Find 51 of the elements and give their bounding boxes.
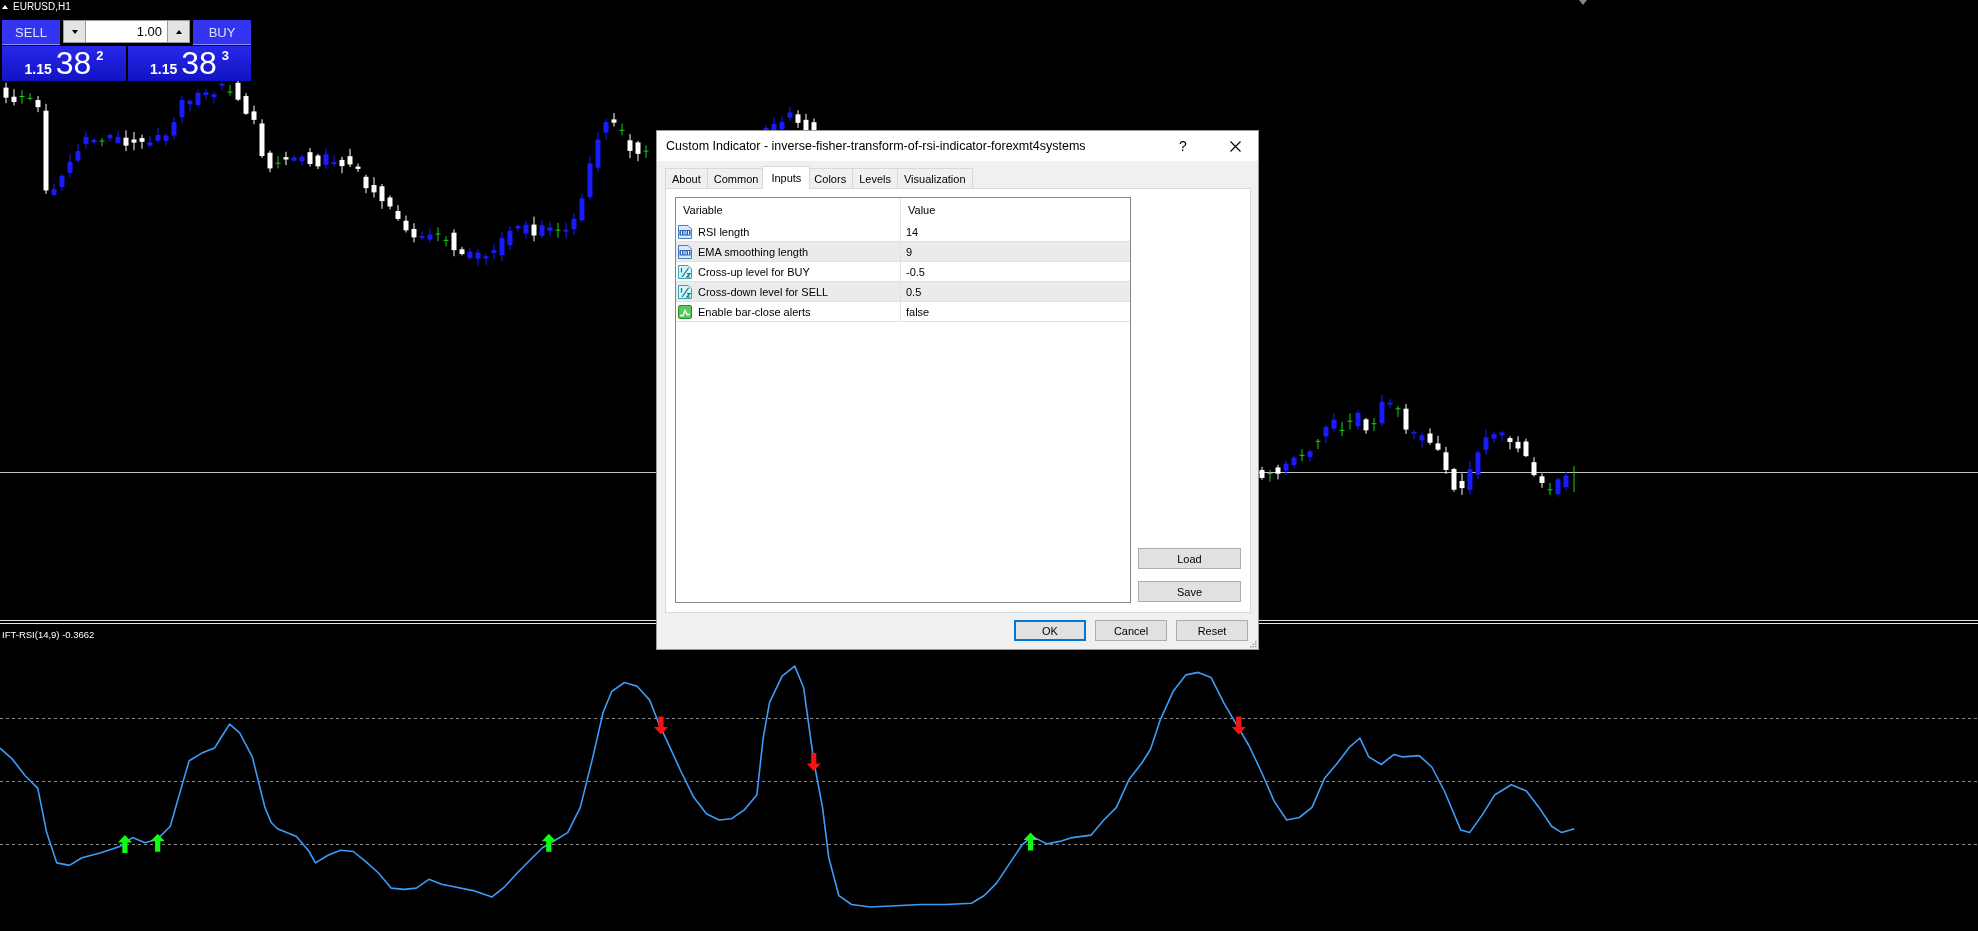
up-arrow-icon [541, 833, 556, 852]
help-button[interactable]: ? [1168, 131, 1198, 161]
tab[interactable]: About [665, 168, 708, 188]
tab[interactable]: Visualization [896, 168, 973, 188]
buy-button[interactable]: BUY [193, 20, 251, 45]
value-cell[interactable]: 14 [901, 222, 1130, 241]
column-header[interactable]: Variable [676, 198, 901, 222]
price-pips: 38 [181, 48, 217, 78]
down-arrow-icon [806, 752, 821, 771]
value-cell[interactable]: 9 [901, 242, 1130, 261]
ok-button[interactable]: OK [1014, 620, 1086, 641]
symbol-label: EURUSD,H1 [13, 1, 71, 13]
indicator-label: IFT-RSI(14,9) -0.3662 [2, 629, 95, 641]
cancel-button[interactable]: Cancel [1095, 620, 1167, 641]
value-cell[interactable]: -0.5 [901, 262, 1130, 281]
reset-button[interactable]: Reset [1176, 620, 1248, 641]
save-button[interactable]: Save [1138, 581, 1241, 602]
fraction-tile-icon [677, 263, 693, 280]
value-cell[interactable]: false [901, 302, 1130, 321]
price-fraction: 3 [221, 49, 230, 63]
variable-name[interactable]: RSI length [698, 225, 750, 238]
close-icon [1229, 140, 1241, 152]
caret-up-icon[interactable] [2, 5, 8, 9]
decrease-button[interactable] [63, 20, 86, 43]
variable-name[interactable]: Cross-up level for BUY [698, 265, 810, 278]
price-prefix: 1.15 [149, 62, 178, 77]
column-header[interactable]: Value [901, 198, 1130, 222]
load-button[interactable]: Load [1138, 548, 1241, 569]
dialog-title: Custom Indicator - inverse-fisher-transform-of-rsi-indicator-forexmt4systems [666, 139, 1087, 153]
fraction-tile-icon [677, 283, 693, 300]
variable-name[interactable]: EMA smoothing length [698, 245, 809, 258]
caret-down-icon [71, 29, 78, 34]
down-arrow-icon [1231, 716, 1246, 735]
resize-grip-icon[interactable] [1250, 641, 1257, 648]
volume-field[interactable]: 1.00 [86, 20, 167, 43]
up-arrow-icon [150, 833, 165, 852]
price-prefix: 1.15 [24, 62, 52, 77]
triangle-marker-icon[interactable] [1579, 0, 1587, 5]
caret-up-icon [175, 29, 182, 34]
price-pips: 38 [55, 48, 92, 78]
up-arrow-icon [117, 834, 132, 853]
sell-button[interactable]: SELL [2, 20, 60, 45]
variable-name[interactable]: Enable bar-close alerts [698, 305, 811, 318]
variable-name[interactable]: Cross-down level for SELL [698, 285, 829, 298]
tab[interactable]: Inputs [762, 166, 811, 189]
down-arrow-icon [654, 716, 668, 735]
increase-button[interactable] [167, 20, 190, 43]
value-cell[interactable]: 0.5 [901, 282, 1130, 301]
number-tile-icon [677, 243, 693, 260]
price-fraction: 2 [96, 49, 104, 63]
up-arrow-icon [1023, 832, 1038, 851]
